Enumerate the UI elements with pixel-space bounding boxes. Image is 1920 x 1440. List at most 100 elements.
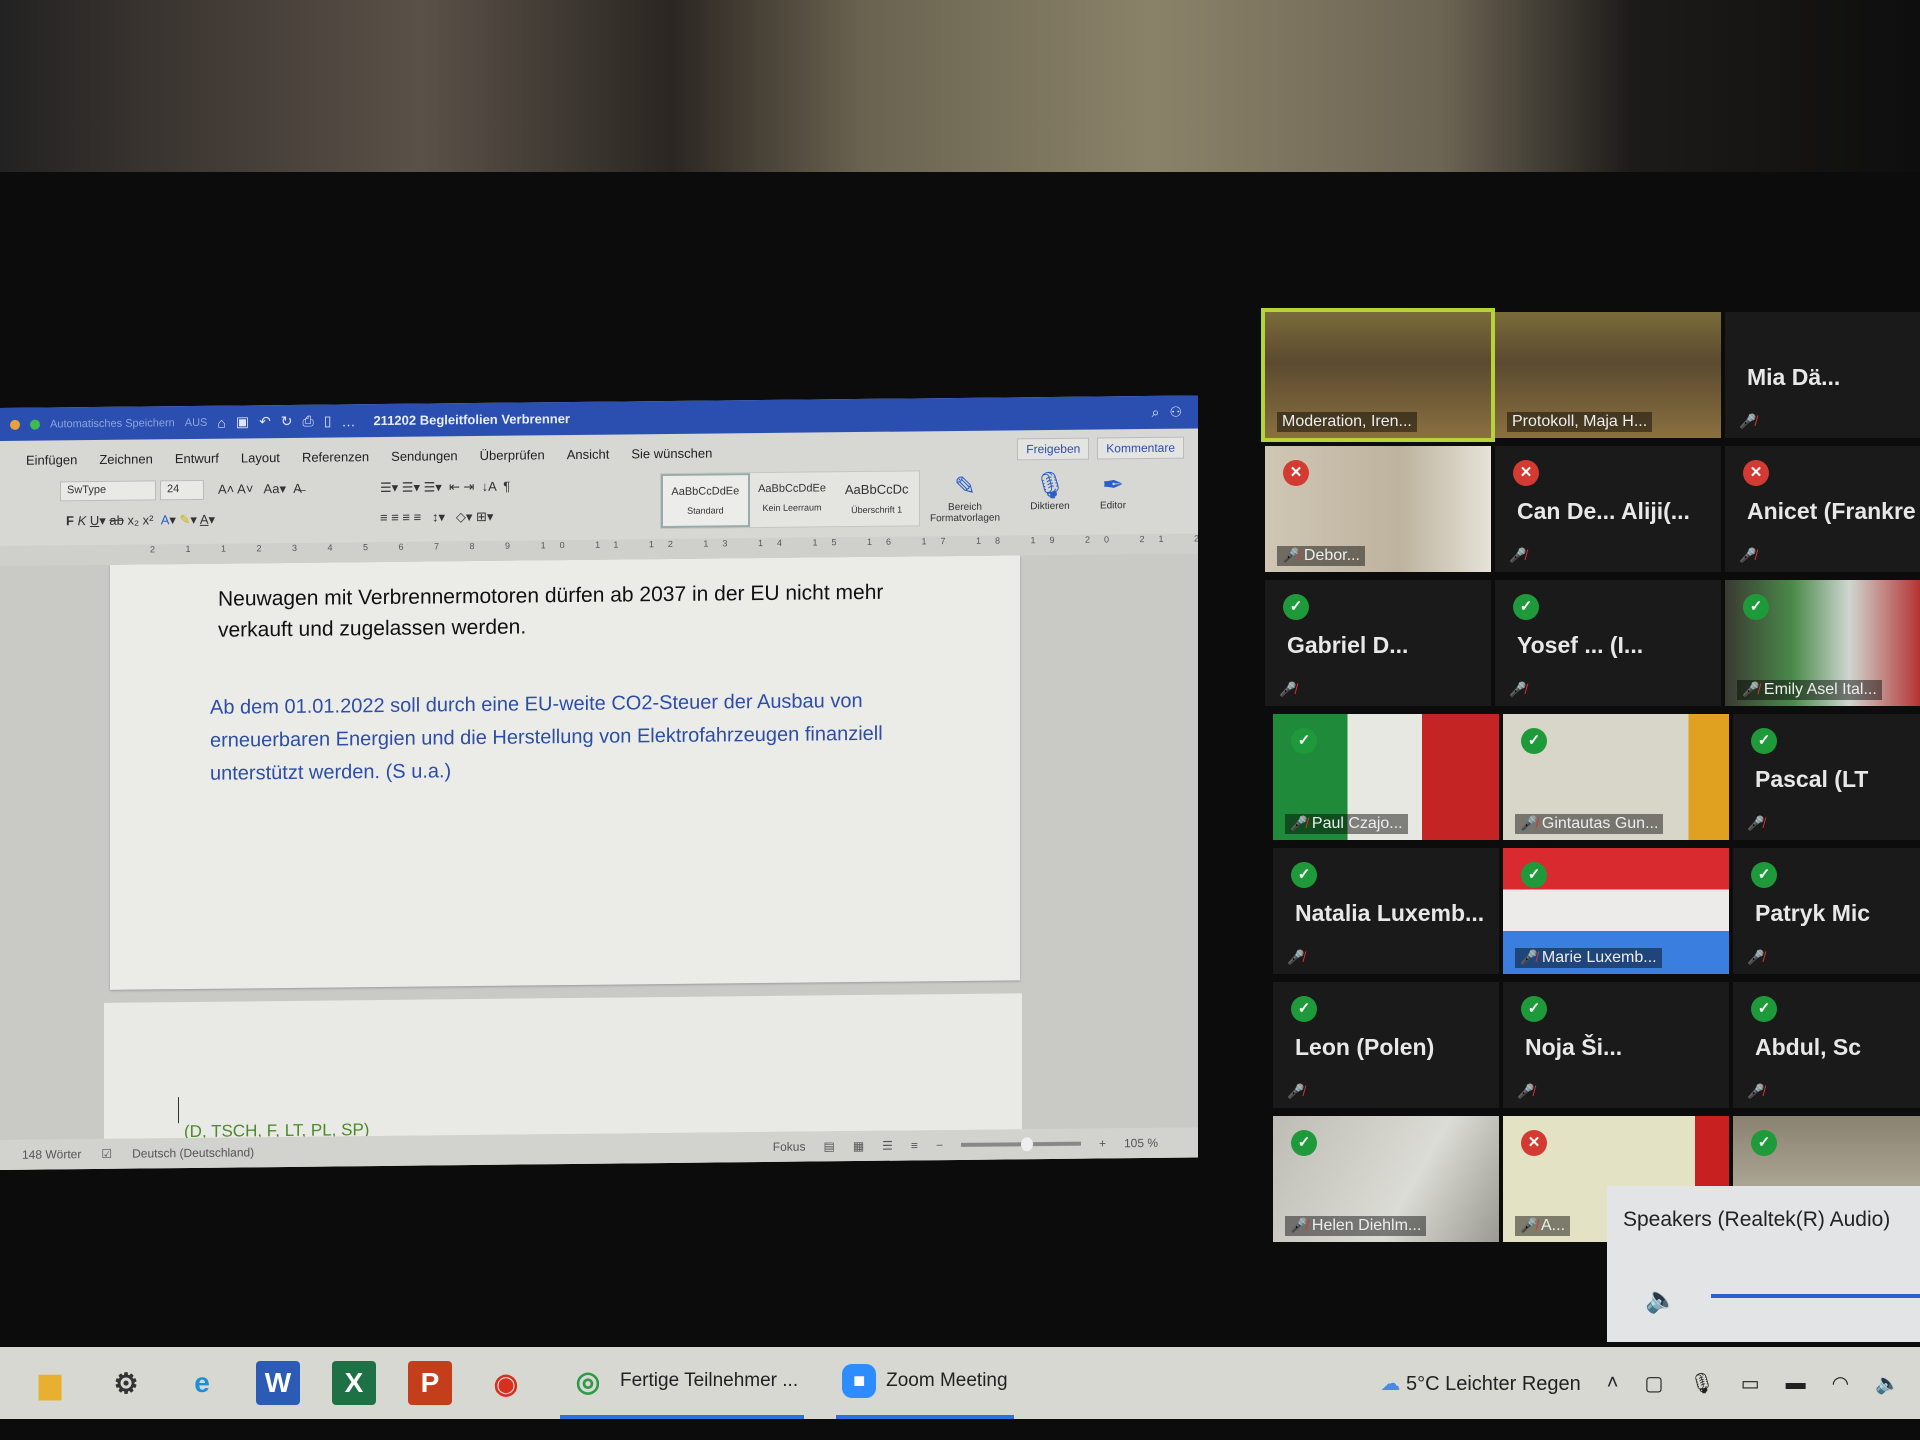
tell-me-search[interactable]: Sie wünschen (631, 445, 712, 461)
zoom-in-button[interactable]: + (1099, 1136, 1106, 1150)
tab-ueberpruefen[interactable]: Überprüfen (480, 447, 545, 463)
participant-tile[interactable]: ✓ 🎤̸ Gintautas Gun... (1503, 714, 1729, 840)
participant-tile[interactable]: ✓ Noja Ši... 🎤̸ (1503, 982, 1729, 1108)
tab-layout[interactable]: Layout (241, 450, 280, 465)
participant-tile[interactable]: ✓ 🎤̸ Paul Czajo... (1273, 714, 1499, 840)
more-icon[interactable]: … (341, 413, 355, 429)
meet-icon[interactable]: ▢ (1644, 1371, 1663, 1396)
print-icon[interactable]: ⎙ (303, 413, 314, 430)
participant-tile[interactable]: ✕ 🎤̸ Debor... (1265, 446, 1491, 572)
share-button[interactable]: Freigeben (1017, 437, 1090, 461)
zoom-slider-thumb[interactable] (1020, 1137, 1033, 1152)
style-standard[interactable]: AaBbCcDdEe Standard (661, 473, 750, 529)
new-doc-icon[interactable]: ▯ (324, 413, 332, 430)
dictate-button[interactable]: 🎙 Diktieren (1015, 469, 1085, 513)
display-icon[interactable]: ▭ (1741, 1371, 1760, 1396)
participant-tile[interactable]: ✓ Gabriel D... 🎤̸ (1265, 580, 1491, 706)
file-explorer-icon[interactable]: ▆ (28, 1361, 72, 1405)
weather-widget[interactable]: ☁ 5°C Leichter Regen (1380, 1371, 1580, 1396)
participant-tile[interactable]: ✕ Anicet (Frankre 🎤̸ (1725, 446, 1920, 572)
settings-gear-icon[interactable]: ⚙ (104, 1361, 148, 1405)
zoom-out-button[interactable]: − (936, 1138, 943, 1152)
style-kein-leerraum[interactable]: AaBbCcDdEe Kein Leerraum (750, 472, 835, 527)
participant-tile[interactable]: ✕ Can De... Aliji(... 🎤̸ (1495, 446, 1721, 572)
home-icon[interactable]: ⌂ (217, 414, 225, 430)
tab-referenzen[interactable]: Referenzen (302, 449, 369, 465)
document-area[interactable]: Neuwagen mit Verbrennermotoren dürfen ab… (0, 553, 1198, 1140)
check-icon: ✓ (1751, 862, 1777, 888)
font-size-controls[interactable]: A˄ A˅ Aa▾ A̶ (218, 481, 302, 498)
participant-tile[interactable]: ✓ Abdul, Sc 🎤̸ (1733, 982, 1920, 1108)
font-name-select[interactable]: SwType (60, 480, 156, 502)
participant-tile[interactable]: ✓ Pascal (LT 🎤̸ (1733, 714, 1920, 840)
zoom-level[interactable]: 105 % (1124, 1136, 1158, 1150)
volume-slider[interactable] (1711, 1294, 1920, 1298)
style-ueberschrift-1[interactable]: AaBbCcDc Überschrift 1 (834, 471, 919, 526)
participant-tile[interactable]: ✓ 🎤̸ Helen Diehlm... (1273, 1116, 1499, 1242)
redo-icon[interactable]: ↻ (281, 413, 293, 430)
language[interactable]: Deutsch (Deutschland) (132, 1145, 254, 1160)
app-icon[interactable]: ◉ (484, 1361, 528, 1405)
chevron-up-icon[interactable]: ˄ (1607, 1372, 1619, 1395)
participant-tile[interactable]: ✓ 🎤̸ Emily Asel Ital... (1725, 580, 1920, 706)
tab-sendungen[interactable]: Sendungen (391, 448, 458, 464)
list-buttons[interactable]: ☰▾ ☰▾ ☰▾ ⇤ ⇥ ↓A ¶ (380, 479, 510, 496)
web-layout-icon[interactable]: ▦ (853, 1139, 864, 1153)
participant-tile[interactable]: ✓ Natalia Luxemb... 🎤̸ (1273, 848, 1499, 974)
muted-mic-icon: 🎤̸ (1520, 949, 1538, 965)
editor-button[interactable]: ✒ Editor (1078, 468, 1148, 512)
participant-tile[interactable]: Mia Dä... 🎤̸ (1725, 312, 1920, 438)
edge-icon[interactable]: e (180, 1361, 224, 1405)
participant-tile[interactable]: ✓ Yosef ... (I... 🎤̸ (1495, 580, 1721, 706)
format-buttons[interactable]: F K U▾ ab x₂ x² A▾ ✎▾ A▾ (66, 512, 215, 530)
tab-zeichnen[interactable]: Zeichnen (99, 451, 152, 467)
minimize-button[interactable] (10, 419, 20, 430)
zoom-taskbar-button[interactable]: ■ Zoom Meeting (836, 1347, 1014, 1419)
save-icon[interactable]: ▣ (236, 413, 249, 430)
maximize-button[interactable] (30, 419, 40, 430)
font-size-select[interactable]: 24 (160, 479, 204, 501)
check-icon: ✓ (1283, 594, 1309, 620)
participant-name: Patryk Mic (1755, 900, 1871, 926)
share-icon[interactable]: ⚇ (1169, 404, 1182, 421)
draft-icon[interactable]: ≡ (911, 1138, 918, 1152)
participant-name: Moderation, Iren... (1277, 412, 1417, 432)
proofing-icon[interactable]: ☑ (101, 1147, 112, 1161)
tab-entwurf[interactable]: Entwurf (175, 450, 219, 465)
comments-button[interactable]: Kommentare (1097, 436, 1184, 460)
format-pane-button[interactable]: ✎ Bereich Formatvorlagen (930, 470, 1000, 524)
focus-button[interactable]: Fokus (773, 1140, 806, 1154)
align-buttons[interactable]: ≡ ≡ ≡ ≡ ↕▾ ◇▾ ⊞▾ (380, 509, 493, 526)
participant-tile[interactable]: ✓ Patryk Mic 🎤̸ (1733, 848, 1920, 974)
outline-icon[interactable]: ☰ (882, 1139, 893, 1153)
chrome-taskbar-button[interactable]: ◎ Fertige Teilnehmer ... (560, 1347, 805, 1419)
check-icon: ✓ (1291, 862, 1317, 888)
speakers-device-label[interactable]: Speakers (Realtek(R) Audio) (1623, 1208, 1890, 1232)
speaker-icon[interactable]: 🔈 (1645, 1284, 1677, 1315)
participant-name: Leon (Polen) (1295, 1034, 1435, 1060)
participant-tile[interactable]: Protokoll, Maja H... (1495, 312, 1721, 438)
participant-tile[interactable]: ✓ Leon (Polen) 🎤̸ (1273, 982, 1499, 1108)
muted-mic-icon: 🎤̸ (1739, 413, 1757, 429)
wifi-icon[interactable]: ◠ (1832, 1371, 1849, 1396)
autosave-toggle[interactable]: AUS (185, 416, 208, 428)
microphone-icon[interactable]: 🎙 (1689, 1371, 1714, 1396)
check-icon: ✓ (1751, 996, 1777, 1022)
powerpoint-icon[interactable]: P (408, 1361, 452, 1405)
participant-tile[interactable]: Moderation, Iren... (1261, 308, 1495, 442)
page-1[interactable]: Neuwagen mit Verbrennermotoren dürfen ab… (110, 555, 1020, 990)
zoom-slider[interactable] (960, 1137, 1081, 1152)
undo-icon[interactable]: ↶ (259, 413, 271, 430)
volume-icon[interactable]: 🔈 (1875, 1371, 1900, 1396)
battery-icon[interactable]: ▬ (1786, 1372, 1806, 1395)
word-icon[interactable]: W (256, 1361, 300, 1405)
print-layout-icon[interactable]: ▤ (823, 1139, 834, 1153)
tab-einfuegen[interactable]: Einfügen (26, 452, 77, 468)
excel-icon[interactable]: X (332, 1361, 376, 1405)
tab-ansicht[interactable]: Ansicht (567, 446, 610, 461)
search-icon[interactable]: ⌕ (1152, 404, 1160, 421)
word-count[interactable]: 148 Wörter (22, 1147, 81, 1162)
check-icon: ✓ (1291, 728, 1317, 754)
participant-tile[interactable]: ✓ 🎤̸ Marie Luxemb... (1503, 848, 1729, 974)
page-2[interactable]: (D, TSCH, F, LT, PL, SP) (104, 993, 1022, 1140)
